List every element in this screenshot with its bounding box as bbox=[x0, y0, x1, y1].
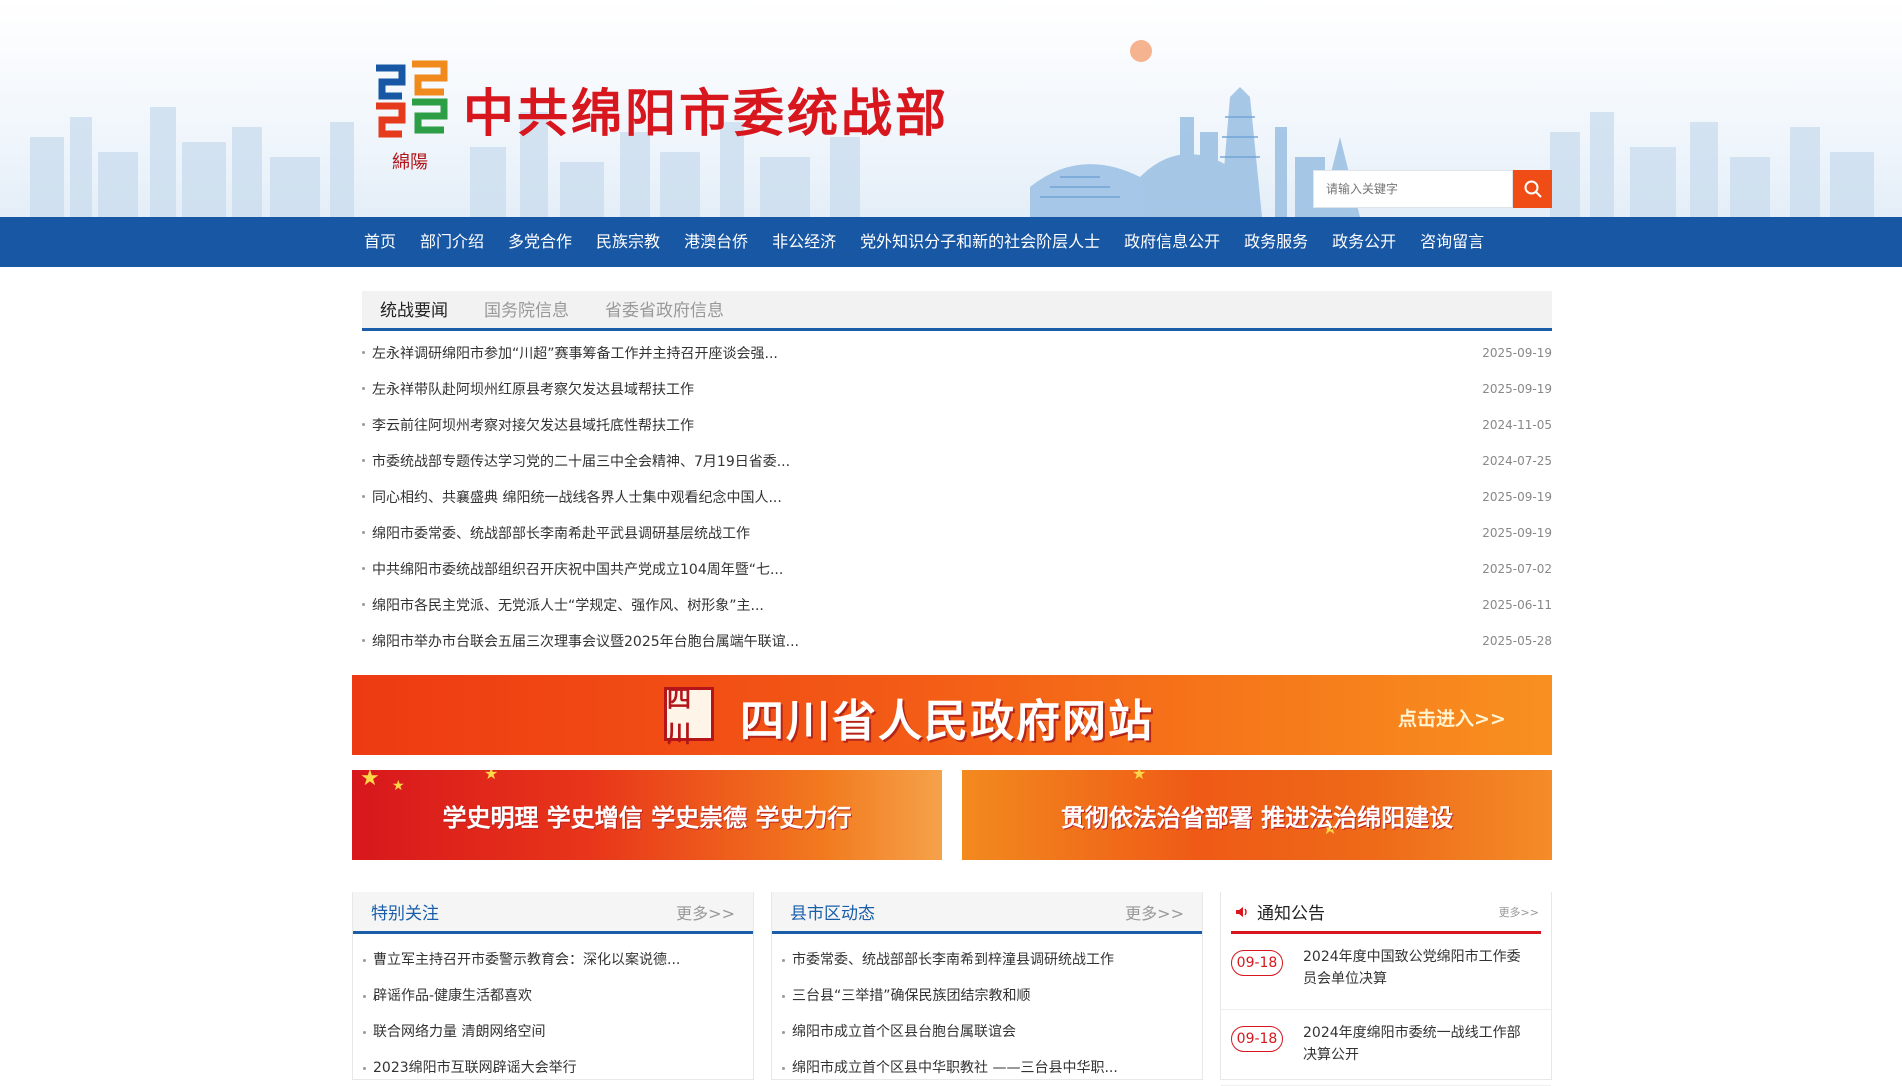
news-list: 左永祥调研绵阳市参加“川超”赛事筹备工作并主持召开座谈会强... 2025-09-… bbox=[362, 335, 1552, 659]
panel-title: 特别关注 bbox=[371, 904, 439, 924]
news-item: 左永祥带队赴阿坝州红原县考察欠发达县域帮扶工作 2025-09-19 bbox=[362, 371, 1552, 407]
search-button[interactable] bbox=[1513, 170, 1552, 208]
nav-item-gov-service[interactable]: 政务服务 bbox=[1232, 217, 1320, 267]
news-item: 同心相约、共襄盛典 绵阳统一战线各界人士集中观看纪念中国人... 2025-09-… bbox=[362, 479, 1552, 515]
panel-title: 通知公告 bbox=[1257, 904, 1325, 924]
news-date: 2025-09-19 bbox=[1482, 346, 1552, 360]
list-item[interactable]: 绵阳市成立首个区县台胞台属联谊会 bbox=[782, 1014, 1202, 1050]
star-icon: ★ bbox=[360, 770, 380, 791]
news-item: 绵阳市举办市台联会五届三次理事会议暨2025年台胞台属端午联谊... 2025-0… bbox=[362, 623, 1552, 659]
sun-decoration bbox=[1130, 40, 1152, 62]
news-date: 2025-09-19 bbox=[1482, 382, 1552, 396]
site-header: 綿陽 中共绵阳市委统战部 bbox=[0, 0, 1902, 217]
notice-date-badge: 09-18 bbox=[1231, 1026, 1283, 1052]
notice-date-badge: 09-18 bbox=[1231, 950, 1283, 976]
nav-item-gov-affairs[interactable]: 政务公开 bbox=[1320, 217, 1408, 267]
notice-item[interactable]: 09-18 2024年度中国致公党绵阳市工作委员会单位决算 bbox=[1221, 934, 1551, 1010]
party-history-banner[interactable]: ★ ★ ★ 学史明理 学史增信 学史崇德 学史力行 bbox=[352, 770, 942, 860]
nav-item-about[interactable]: 部门介绍 bbox=[408, 217, 496, 267]
search-field[interactable] bbox=[1313, 170, 1513, 208]
list-item[interactable]: 曹立军主持召开市委警示教育会：深化以案说德... bbox=[363, 942, 753, 978]
nav-item-home[interactable]: 首页 bbox=[352, 217, 408, 267]
panel-title: 县市区动态 bbox=[790, 904, 875, 924]
list-item[interactable]: 联合网络力量 清朗网络空间 bbox=[363, 1014, 753, 1050]
list-item[interactable]: 三台县“三举措”确保民族团结宗教和顺 bbox=[782, 978, 1202, 1014]
search-icon bbox=[1524, 180, 1542, 198]
speaker-icon bbox=[1236, 906, 1247, 917]
star-icon: ★ bbox=[1132, 770, 1147, 783]
panel-header: 通知公告 更多>> bbox=[1231, 892, 1541, 934]
news-date: 2024-11-05 bbox=[1482, 418, 1552, 432]
news-item: 市委统战部专题传达学习党的二十届三中全会精神、7月19日省委... 2024-07… bbox=[362, 443, 1552, 479]
news-date: 2025-07-02 bbox=[1482, 562, 1552, 576]
nav-item-hk-macao-taiwan[interactable]: 港澳台侨 bbox=[672, 217, 760, 267]
sichuan-gov-banner[interactable]: 四川 四川省人民政府网站 点击进入>> bbox=[352, 675, 1552, 755]
notice-item[interactable]: 09-18 2024年度绵阳市委统一战线工作部决算公开 bbox=[1221, 1010, 1551, 1086]
news-date: 2025-06-11 bbox=[1482, 598, 1552, 612]
news-title-link[interactable]: 中共绵阳市委统战部组织召开庆祝中国共产党成立104周年暨“七... bbox=[362, 559, 783, 579]
news-title-link[interactable]: 绵阳市举办市台联会五届三次理事会议暨2025年台胞台属端午联谊... bbox=[362, 631, 799, 651]
nav-item-ethnic-religion[interactable]: 民族宗教 bbox=[584, 217, 672, 267]
star-icon: ★ bbox=[392, 778, 405, 794]
seal-icon: 四川 bbox=[664, 685, 714, 748]
banner-enter-link[interactable]: 点击进入>> bbox=[1398, 704, 1506, 731]
city-skyline-illustration bbox=[30, 87, 1874, 217]
panel-header: 特别关注 更多>> bbox=[353, 892, 753, 934]
news-date: 2025-09-19 bbox=[1482, 490, 1552, 504]
news-title-link[interactable]: 左永祥带队赴阿坝州红原县考察欠发达县域帮扶工作 bbox=[362, 379, 694, 399]
banner-text: 贯彻依法治省部署 推进法治绵阳建设 bbox=[1060, 804, 1454, 832]
more-link[interactable]: 更多>> bbox=[676, 900, 735, 924]
rule-of-law-banner[interactable]: ★ ★ 贯彻依法治省部署 推进法治绵阳建设 bbox=[962, 770, 1552, 860]
list-item[interactable]: 绵阳市成立首个区县中华职教社 ——三台县中华职... bbox=[782, 1050, 1202, 1086]
special-focus-panel: 特别关注 更多>> 曹立军主持召开市委警示教育会：深化以案说德... 辟谣作品-… bbox=[352, 892, 754, 1080]
nav-item-non-public-economy[interactable]: 非公经济 bbox=[760, 217, 848, 267]
mianyang-logo[interactable]: 綿陽 bbox=[372, 58, 448, 173]
news-title-link[interactable]: 市委统战部专题传达学习党的二十届三中全会精神、7月19日省委... bbox=[362, 451, 790, 471]
list-item[interactable]: 辟谣作品-健康生活都喜欢 bbox=[363, 978, 753, 1014]
tab-united-front-news[interactable]: 统战要闻 bbox=[362, 291, 466, 328]
news-item: 中共绵阳市委统战部组织召开庆祝中国共产党成立104周年暨“七... 2025-07… bbox=[362, 551, 1552, 587]
news-title-link[interactable]: 左永祥调研绵阳市参加“川超”赛事筹备工作并主持召开座谈会强... bbox=[362, 343, 778, 363]
news-item: 李云前往阿坝州考察对接欠发达县域托底性帮扶工作 2024-11-05 bbox=[362, 407, 1552, 443]
news-date: 2025-09-19 bbox=[1482, 526, 1552, 540]
more-link[interactable]: 更多>> bbox=[1499, 904, 1539, 920]
news-title-link[interactable]: 同心相约、共襄盛典 绵阳统一战线各界人士集中观看纪念中国人... bbox=[362, 487, 782, 507]
panel-header: 县市区动态 更多>> bbox=[772, 892, 1202, 934]
news-title-link[interactable]: 李云前往阿坝州考察对接欠发达县域托底性帮扶工作 bbox=[362, 415, 694, 435]
banner-text: 学史明理 学史增信 学史崇德 学史力行 bbox=[442, 804, 852, 832]
notice-title[interactable]: 2024年度中国致公党绵阳市工作委员会单位决算 bbox=[1303, 946, 1523, 1009]
banner-title: 四川省人民政府网站 bbox=[740, 696, 1154, 747]
notice-heading: 通知公告 bbox=[1235, 899, 1325, 924]
nav-item-intellectuals[interactable]: 党外知识分子和新的社会阶层人士 bbox=[848, 217, 1112, 267]
list-item[interactable]: 2023绵阳市互联网辟谣大会举行 bbox=[363, 1050, 753, 1086]
site-title: 中共绵阳市委统战部 bbox=[463, 85, 950, 144]
nav-item-gov-info[interactable]: 政府信息公开 bbox=[1112, 217, 1232, 267]
news-date: 2025-05-28 bbox=[1482, 634, 1552, 648]
main-nav: 首页 部门介绍 多党合作 民族宗教 港澳台侨 非公经济 党外知识分子和新的社会阶… bbox=[0, 217, 1902, 267]
more-link[interactable]: 更多>> bbox=[1125, 900, 1184, 924]
news-tabs: 统战要闻 国务院信息 省委省政府信息 bbox=[362, 291, 1552, 331]
news-title-link[interactable]: 绵阳市各民主党派、无党派人士“学规定、强作风、树形象”主... bbox=[362, 595, 764, 615]
news-item: 绵阳市各民主党派、无党派人士“学规定、强作风、树形象”主... 2025-06-1… bbox=[362, 587, 1552, 623]
tab-state-council[interactable]: 国务院信息 bbox=[466, 291, 587, 328]
news-item: 绵阳市委常委、统战部部长李南希赴平武县调研基层统战工作 2025-09-19 bbox=[362, 515, 1552, 551]
notice-panel: 通知公告 更多>> 09-18 2024年度中国致公党绵阳市工作委员会单位决算 … bbox=[1220, 892, 1552, 1086]
news-title-link[interactable]: 绵阳市委常委、统战部部长李南希赴平武县调研基层统战工作 bbox=[362, 523, 750, 543]
tab-provincial-gov[interactable]: 省委省政府信息 bbox=[587, 291, 742, 328]
search-input[interactable] bbox=[1324, 181, 1512, 197]
logo-emblem-icon bbox=[376, 60, 448, 138]
nav-item-multiparty[interactable]: 多党合作 bbox=[496, 217, 584, 267]
star-icon: ★ bbox=[484, 770, 499, 783]
county-news-panel: 县市区动态 更多>> 市委常委、统战部部长李南希到梓潼县调研统战工作 三台县“三… bbox=[771, 892, 1203, 1080]
news-date: 2024-07-25 bbox=[1482, 454, 1552, 468]
news-item: 左永祥调研绵阳市参加“川超”赛事筹备工作并主持召开座谈会强... 2025-09-… bbox=[362, 335, 1552, 371]
notice-title[interactable]: 2024年度绵阳市委统一战线工作部决算公开 bbox=[1303, 1022, 1523, 1085]
logo-text: 綿陽 bbox=[392, 152, 428, 173]
list-item[interactable]: 市委常委、统战部部长李南希到梓潼县调研统战工作 bbox=[782, 942, 1202, 978]
nav-item-consult[interactable]: 咨询留言 bbox=[1408, 217, 1496, 267]
